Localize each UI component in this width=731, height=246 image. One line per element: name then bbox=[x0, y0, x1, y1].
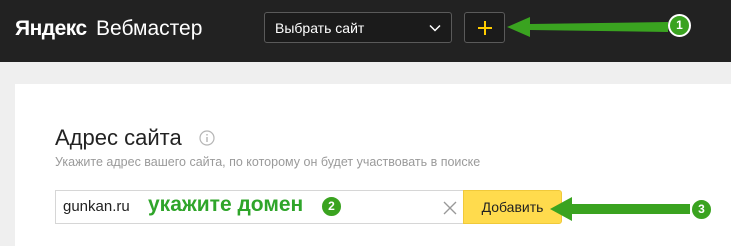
annotation-domain-text: укажите домен bbox=[148, 193, 304, 216]
plus-icon bbox=[478, 21, 492, 35]
add-site-card: Адрес сайта Укажите адрес вашего сайта, … bbox=[15, 84, 731, 246]
add-site-button[interactable] bbox=[464, 12, 505, 43]
header-bar: Яндекс Вебмастер Выбрать сайт bbox=[0, 0, 731, 62]
add-button-label: Добавить bbox=[481, 199, 544, 215]
clear-icon[interactable] bbox=[443, 201, 457, 215]
add-button[interactable]: Добавить bbox=[463, 190, 562, 224]
hint-text: Укажите адрес вашего сайта, по которому … bbox=[55, 155, 481, 169]
chevron-down-icon bbox=[429, 24, 441, 32]
annotation-badge-2: 2 bbox=[320, 195, 343, 218]
logo-brand: Яндекс bbox=[15, 17, 87, 40]
annotation-badge-3: 3 bbox=[690, 198, 713, 221]
annotation-badge-1: 1 bbox=[668, 14, 691, 37]
logo-product: Вебмастер bbox=[96, 17, 203, 40]
info-icon[interactable] bbox=[199, 130, 215, 146]
page-title: Адрес сайта bbox=[55, 125, 182, 150]
domain-input-value: gunkan.ru bbox=[63, 198, 130, 215]
site-select[interactable]: Выбрать сайт bbox=[264, 12, 452, 43]
site-select-label: Выбрать сайт bbox=[275, 20, 365, 36]
